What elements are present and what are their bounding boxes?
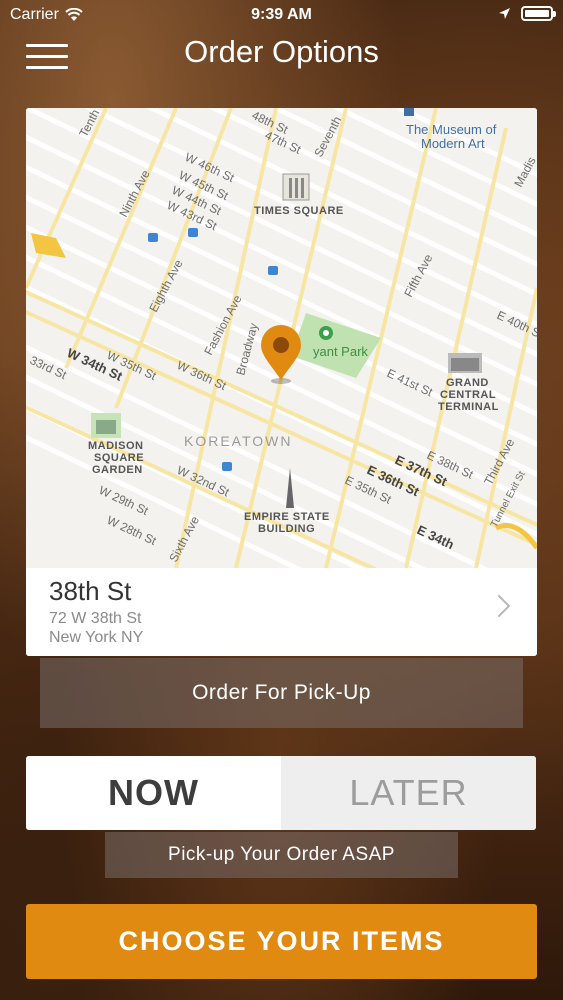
svg-text:TIMES SQUARE: TIMES SQUARE [254,205,344,217]
order-type-label: Order For Pick-Up [40,658,523,728]
status-time: 9:39 AM [251,6,312,23]
svg-text:yant Park: yant Park [313,344,368,359]
svg-text:GARDEN: GARDEN [92,464,143,476]
map-graphic[interactable]: The Museum of Modern Art TIMES SQUARE ya… [26,108,537,568]
status-right [498,6,556,21]
toggle-now[interactable]: NOW [26,756,281,830]
svg-text:CENTRAL: CENTRAL [440,389,496,401]
chevron-right-icon[interactable] [487,594,511,618]
svg-text:SQUARE: SQUARE [94,452,144,464]
svg-text:Modern Art: Modern Art [421,136,485,151]
choose-items-button[interactable]: CHOOSE YOUR ITEMS [26,904,537,979]
page-title: Order Options [184,34,379,69]
svg-text:MADISON: MADISON [88,440,143,452]
location-card: The Museum of Modern Art TIMES SQUARE ya… [26,108,537,656]
svg-text:EMPIRE STATE: EMPIRE STATE [244,511,330,523]
map-label-museum: The Museum of [406,122,497,137]
timing-description: Pick-up Your Order ASAP [105,832,458,878]
location-row[interactable]: 38th St 72 W 38th St New York NY [26,568,537,656]
status-bar: Carrier 9:39 AM [0,0,563,30]
location-arrow-icon [499,8,510,19]
svg-text:BUILDING: BUILDING [258,523,315,535]
navigation-bar: Order Options [0,30,563,80]
toggle-later[interactable]: LATER [281,756,536,830]
location-name: 38th St [49,576,132,606]
location-address-line1: 72 W 38th St [49,610,142,627]
map-view[interactable]: The Museum of Modern Art TIMES SQUARE ya… [26,108,537,568]
timing-toggle: NOW LATER [26,756,536,830]
svg-text:TERMINAL: TERMINAL [438,401,499,413]
battery-icon [521,6,556,21]
location-address-line2: New York NY [49,629,144,646]
svg-text:GRAND: GRAND [446,377,489,389]
svg-text:KOREATOWN: KOREATOWN [184,433,293,449]
